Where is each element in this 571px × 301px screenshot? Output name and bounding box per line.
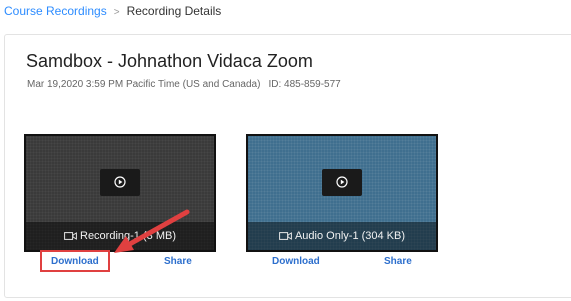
audio-thumbnail[interactable]: Audio Only-1 (304 KB): [246, 134, 438, 252]
recording-card: Samdbox - Johnathon Vidaca Zoom Mar 19,2…: [4, 34, 571, 298]
recording-title: Samdbox - Johnathon Vidaca Zoom: [26, 51, 313, 71]
meeting-id: ID: 485-859-577: [268, 79, 341, 90]
recording-datetime: Mar 19,2020 3:59 PM Pacific Time (US and…: [27, 79, 261, 90]
download-button-audio[interactable]: Download: [272, 256, 320, 267]
play-icon: [114, 176, 126, 188]
audio-caption-text: Audio Only-1 (304 KB): [294, 230, 406, 242]
play-button[interactable]: [100, 169, 140, 196]
video-icon: [64, 232, 77, 240]
download-button-recording[interactable]: Download: [51, 256, 99, 267]
breadcrumb-current: Recording Details: [126, 4, 222, 18]
breadcrumb-course-recordings[interactable]: Course Recordings: [4, 4, 107, 18]
audio-caption: Audio Only-1 (304 KB): [248, 222, 436, 250]
share-button-recording[interactable]: Share: [164, 256, 192, 267]
breadcrumb: Course Recordings > Recording Details: [4, 4, 221, 18]
play-icon: [336, 176, 348, 188]
play-button[interactable]: [322, 169, 362, 196]
share-button-audio[interactable]: Share: [384, 256, 412, 267]
video-icon: [279, 232, 292, 240]
breadcrumb-separator: >: [113, 7, 120, 18]
recording-meta: Mar 19,2020 3:59 PM Pacific Time (US and…: [27, 79, 341, 90]
recording-caption: Recording-1 (3 MB): [26, 222, 214, 250]
recording-thumbnail[interactable]: Recording-1 (3 MB): [24, 134, 216, 252]
recording-caption-text: Recording-1 (3 MB): [80, 230, 176, 242]
